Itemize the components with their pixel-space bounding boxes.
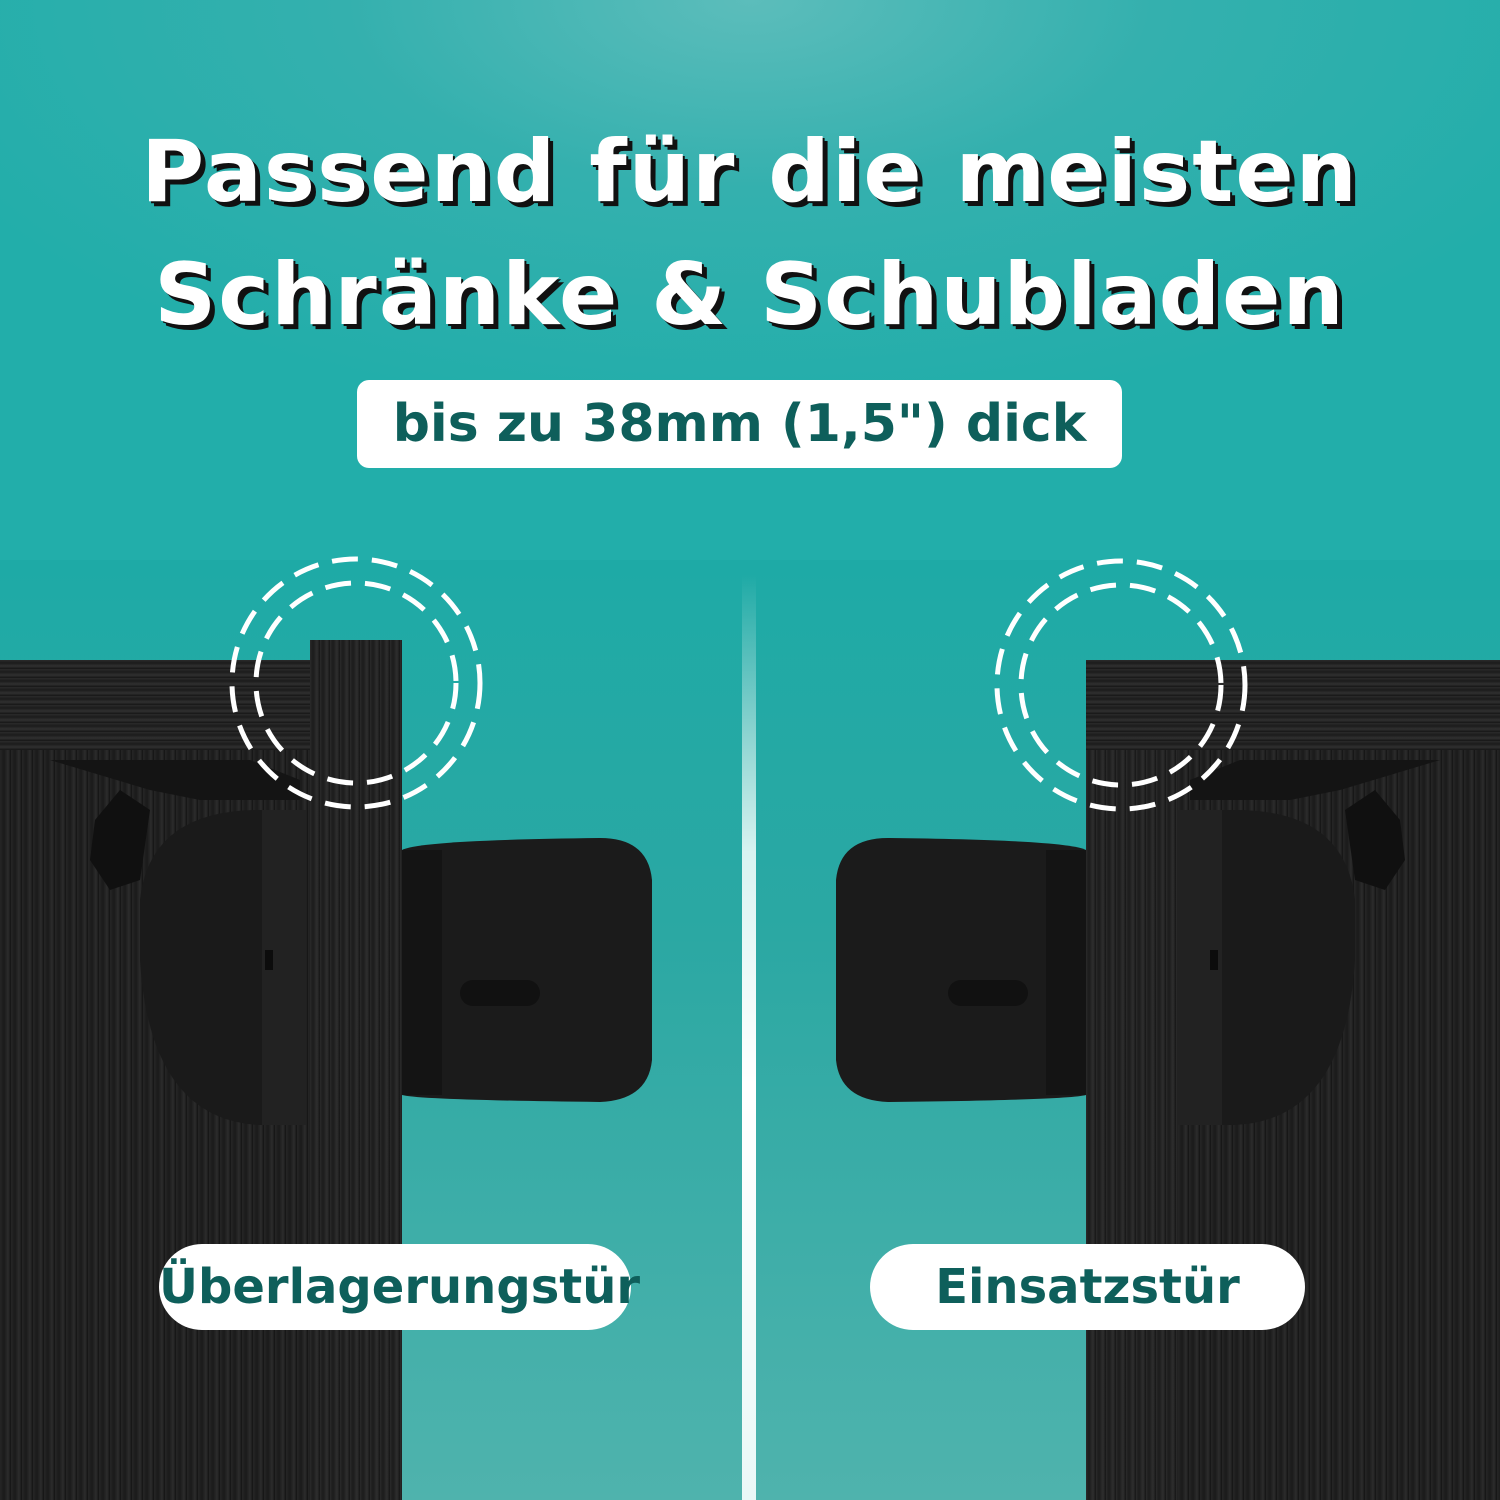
product-banner: Passend für die meisten Schränke & Schub… (0, 0, 1500, 1500)
thickness-badge: bis zu 38mm (1,5") dick (357, 380, 1122, 468)
center-divider (742, 575, 756, 1500)
left-highlight-circle (229, 556, 483, 810)
left-magnetic-key-icon (402, 838, 652, 1102)
right-magnetic-key-icon (836, 838, 1086, 1102)
right-lock-icon (1178, 760, 1440, 1125)
inset-door-label: Einsatzstür (870, 1244, 1305, 1330)
overlay-door-label: Überlagerungstür (159, 1244, 640, 1330)
left-lock-icon (50, 760, 306, 1125)
headline-line-1: Passend für die meisten (141, 122, 1359, 222)
right-highlight-circle (994, 558, 1248, 812)
headline-line-2: Schränke & Schubladen (154, 245, 1346, 345)
